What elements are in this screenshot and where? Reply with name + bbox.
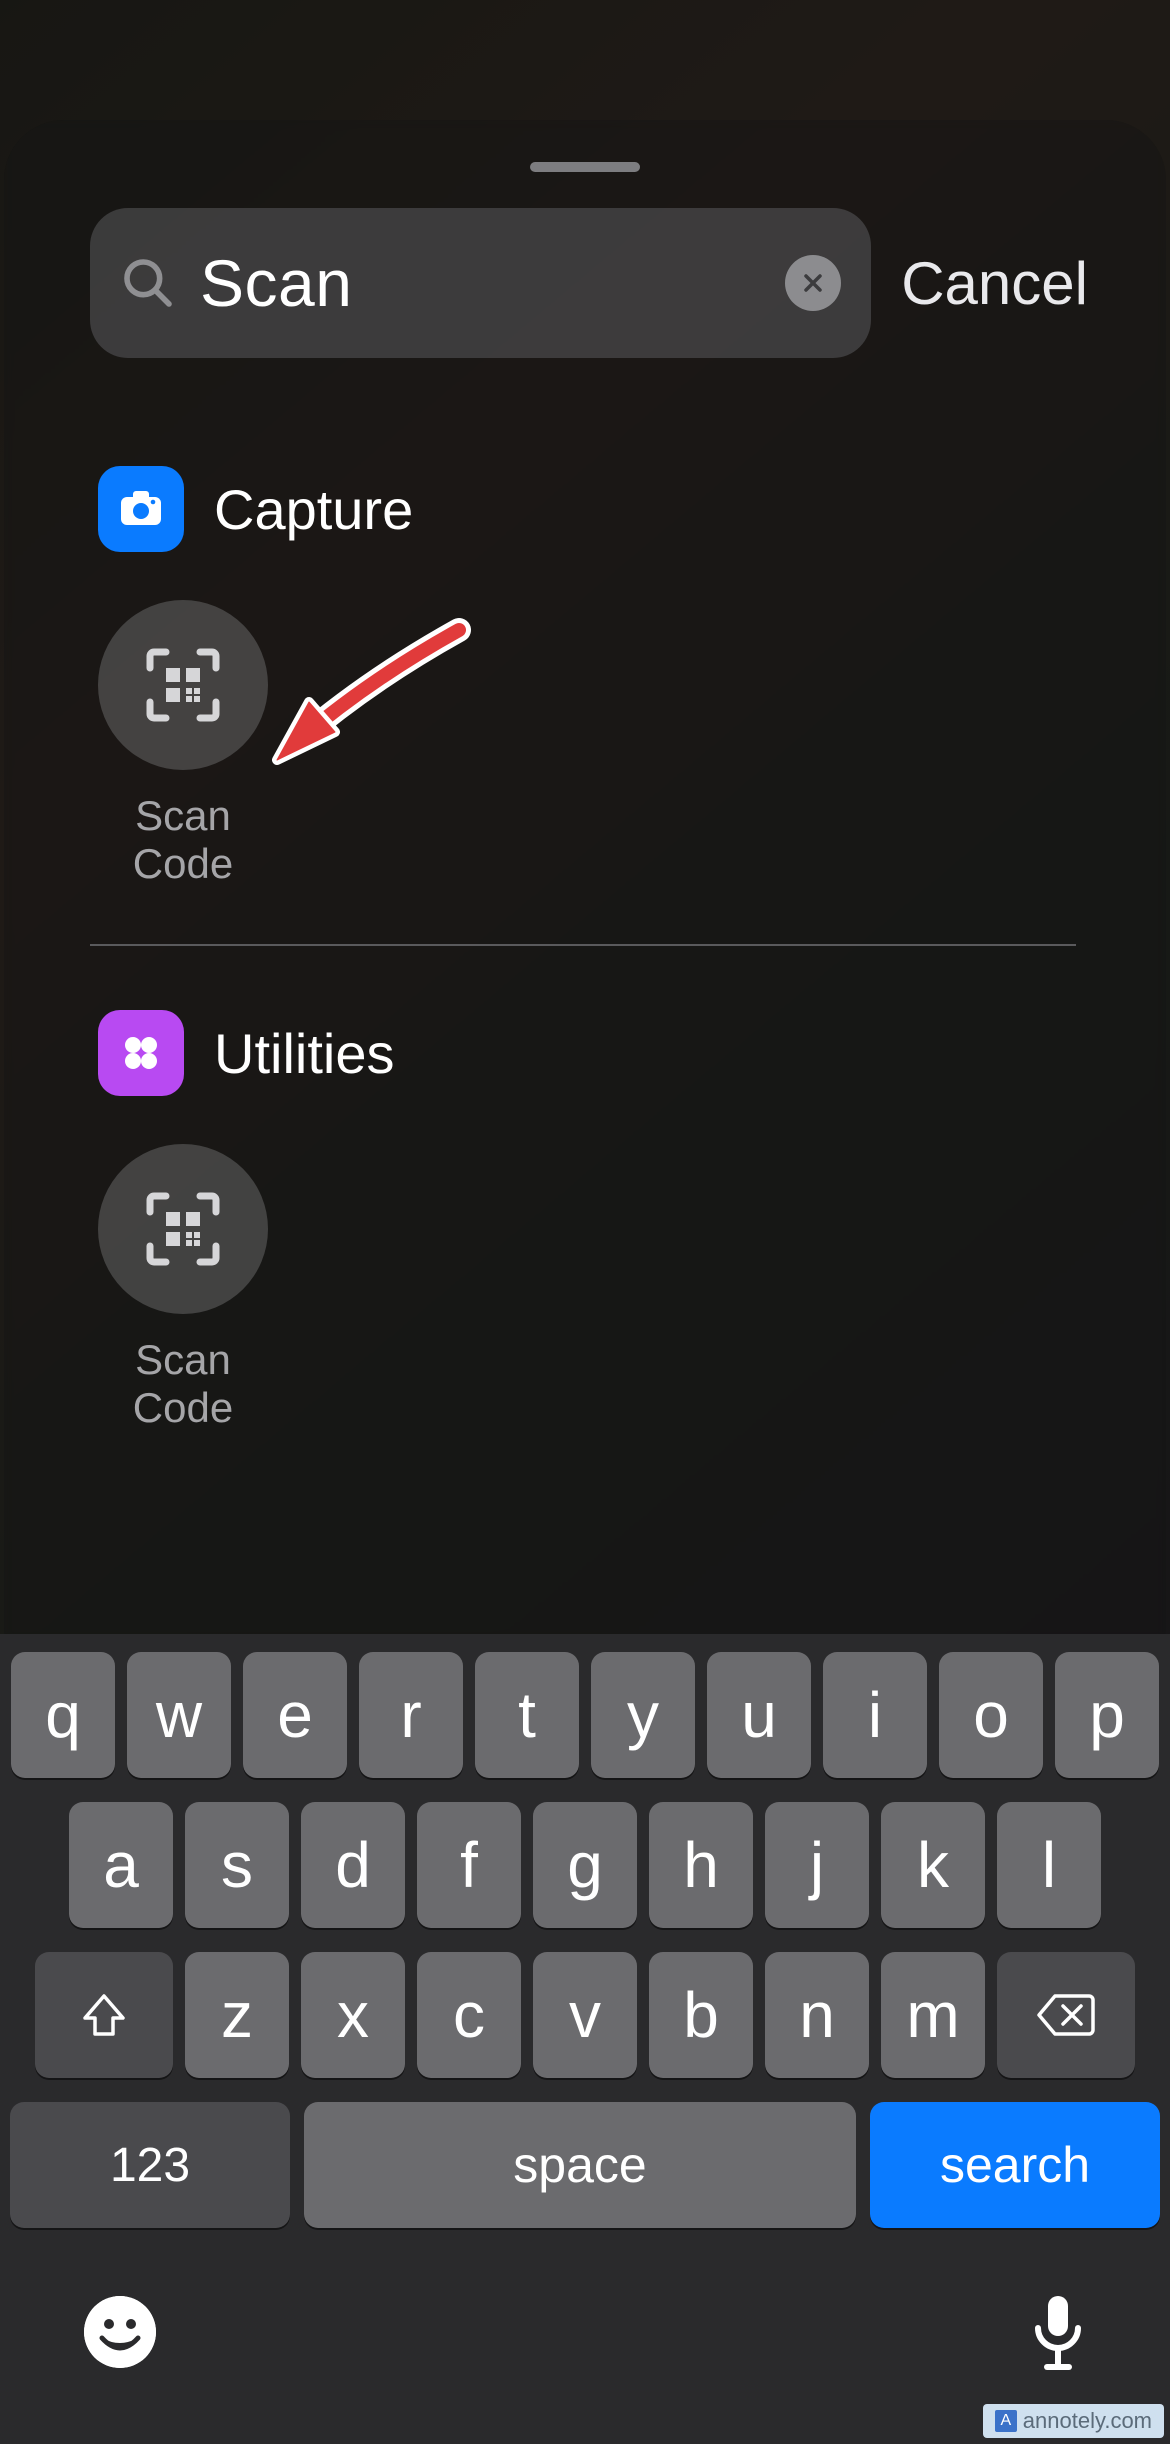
key-a[interactable]: a bbox=[69, 1802, 173, 1928]
key-p[interactable]: p bbox=[1055, 1652, 1159, 1778]
emoji-key[interactable] bbox=[84, 2296, 156, 2368]
search-input-text[interactable]: Scan bbox=[200, 245, 785, 321]
key-q[interactable]: q bbox=[11, 1652, 115, 1778]
numeric-key[interactable]: 123 bbox=[10, 2102, 290, 2228]
key-e[interactable]: e bbox=[243, 1652, 347, 1778]
scan-code-icon bbox=[98, 600, 268, 770]
clear-search-button[interactable] bbox=[785, 255, 841, 311]
cancel-button[interactable]: Cancel bbox=[901, 249, 1088, 318]
key-g[interactable]: g bbox=[533, 1802, 637, 1928]
section-utilities: Utilities bbox=[98, 1010, 1076, 1432]
scan-code-icon bbox=[98, 1144, 268, 1314]
app-label: Scan Code bbox=[98, 1336, 268, 1432]
app-label: Scan Code bbox=[98, 792, 268, 888]
key-w[interactable]: w bbox=[127, 1652, 231, 1778]
space-key[interactable]: space bbox=[304, 2102, 856, 2228]
key-c[interactable]: c bbox=[417, 1952, 521, 2078]
watermark: Aannotely.com bbox=[983, 2404, 1164, 2438]
key-v[interactable]: v bbox=[533, 1952, 637, 2078]
section-capture: Capture bbox=[98, 466, 1076, 888]
delete-key[interactable] bbox=[997, 1952, 1135, 2078]
search-row: Scan Cancel bbox=[90, 208, 1088, 358]
keyboard-row-1: qwertyuiop bbox=[6, 1652, 1164, 1778]
app-scan-code-capture[interactable]: Scan Code bbox=[98, 600, 268, 888]
key-y[interactable]: y bbox=[591, 1652, 695, 1778]
app-scan-code-utilities[interactable]: Scan Code bbox=[98, 1144, 268, 1432]
keyboard-bottom-row bbox=[6, 2252, 1164, 2372]
section-header-capture[interactable]: Capture bbox=[98, 466, 1076, 552]
key-h[interactable]: h bbox=[649, 1802, 753, 1928]
keyboard-row-2: asdfghjkl bbox=[6, 1802, 1164, 1928]
folder-icon-capture bbox=[98, 466, 184, 552]
section-title-capture: Capture bbox=[214, 477, 413, 542]
key-x[interactable]: x bbox=[301, 1952, 405, 2078]
key-i[interactable]: i bbox=[823, 1652, 927, 1778]
sheet-grabber[interactable] bbox=[530, 162, 640, 172]
folder-icon-utilities bbox=[98, 1010, 184, 1096]
key-r[interactable]: r bbox=[359, 1652, 463, 1778]
key-u[interactable]: u bbox=[707, 1652, 811, 1778]
key-s[interactable]: s bbox=[185, 1802, 289, 1928]
key-k[interactable]: k bbox=[881, 1802, 985, 1928]
search-key[interactable]: search bbox=[870, 2102, 1160, 2228]
shift-key[interactable] bbox=[35, 1952, 173, 2078]
section-divider bbox=[90, 944, 1076, 946]
search-icon bbox=[120, 255, 176, 311]
search-field[interactable]: Scan bbox=[90, 208, 871, 358]
section-title-utilities: Utilities bbox=[214, 1021, 394, 1086]
key-o[interactable]: o bbox=[939, 1652, 1043, 1778]
key-d[interactable]: d bbox=[301, 1802, 405, 1928]
key-t[interactable]: t bbox=[475, 1652, 579, 1778]
keyboard: qwertyuiop asdfghjkl zxcvbnm 123 space s… bbox=[0, 1634, 1170, 2444]
key-l[interactable]: l bbox=[997, 1802, 1101, 1928]
keyboard-row-3: zxcvbnm bbox=[6, 1952, 1164, 2078]
key-f[interactable]: f bbox=[417, 1802, 521, 1928]
key-j[interactable]: j bbox=[765, 1802, 869, 1928]
key-n[interactable]: n bbox=[765, 1952, 869, 2078]
key-m[interactable]: m bbox=[881, 1952, 985, 2078]
keyboard-row-4: 123 space search bbox=[6, 2102, 1164, 2228]
dictation-key[interactable] bbox=[1030, 2292, 1086, 2372]
key-b[interactable]: b bbox=[649, 1952, 753, 2078]
key-z[interactable]: z bbox=[185, 1952, 289, 2078]
section-header-utilities[interactable]: Utilities bbox=[98, 1010, 1076, 1096]
